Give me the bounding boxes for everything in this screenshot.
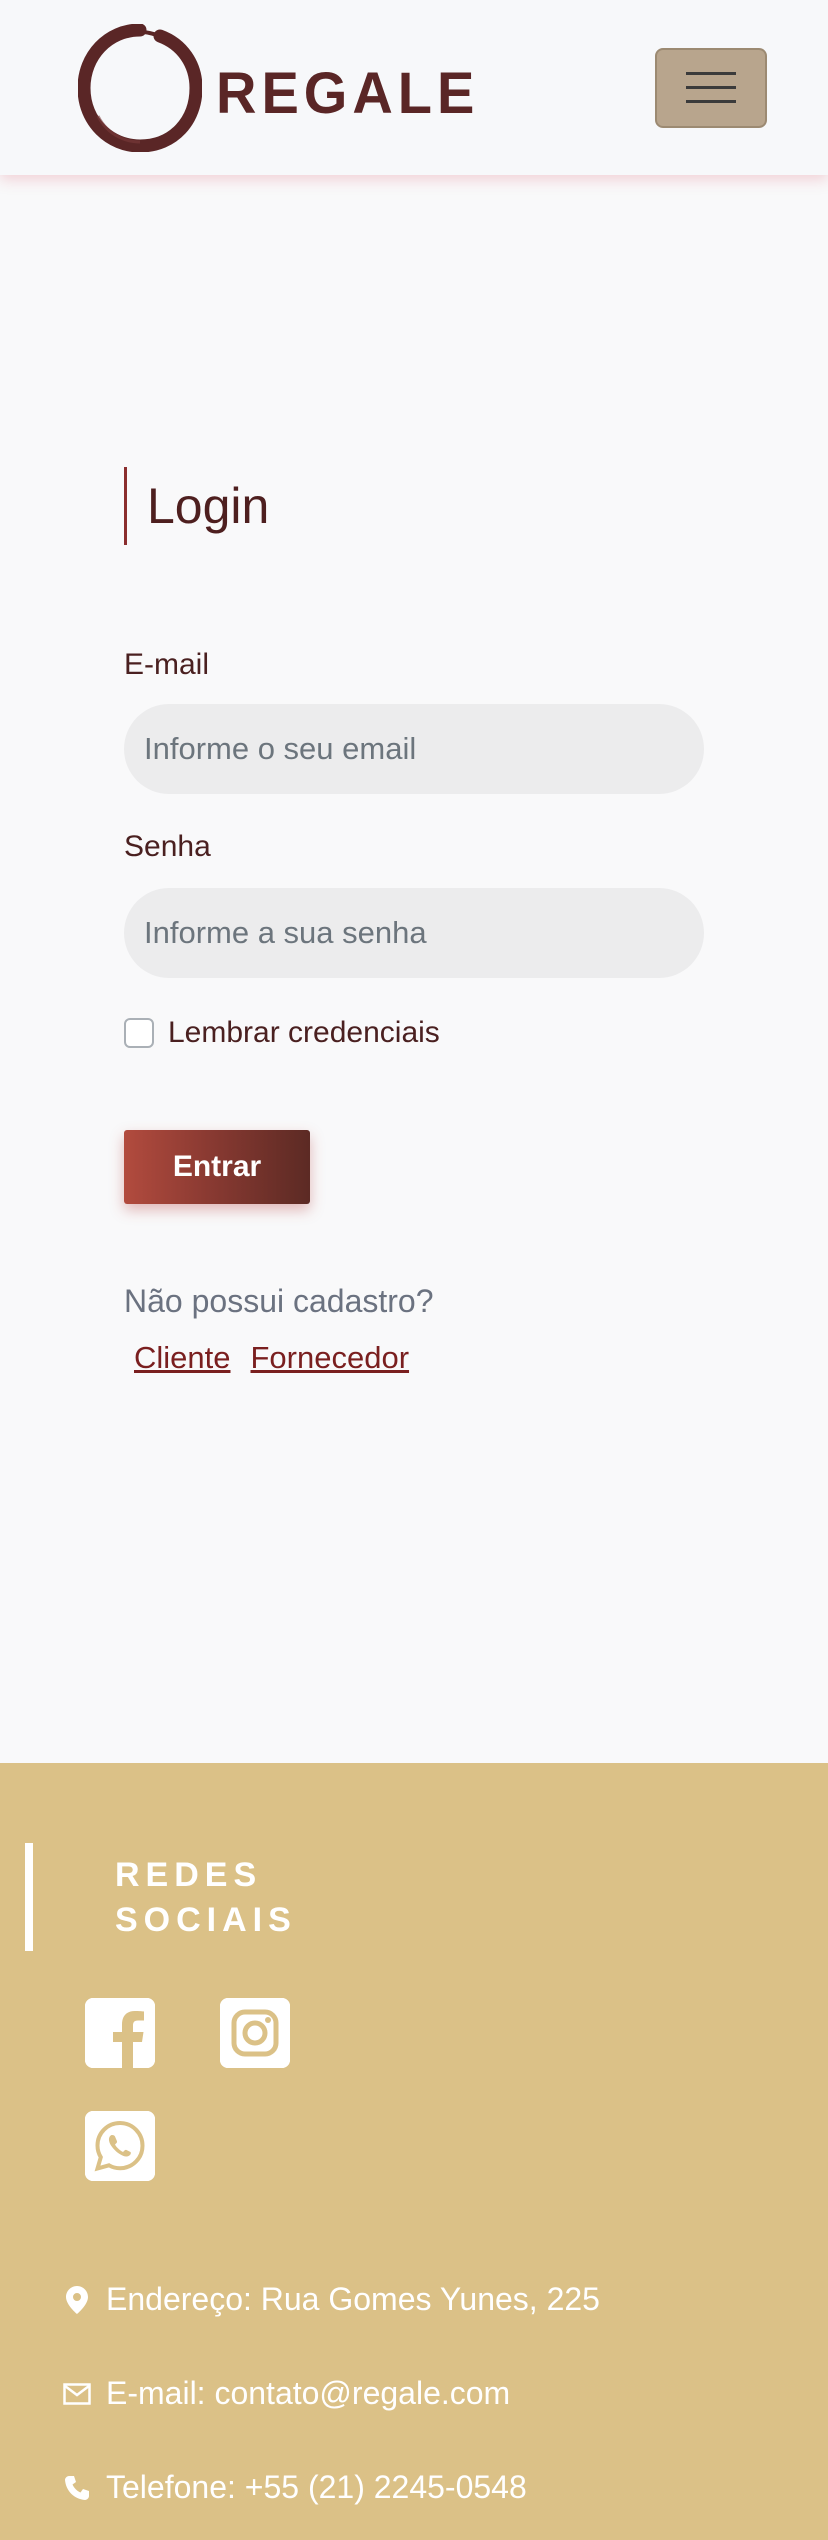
email-label: E-mail (124, 648, 210, 681)
password-label: Senha (124, 830, 211, 863)
remember-credentials[interactable]: Lembrar credenciais (124, 1016, 440, 1050)
login-submit-button[interactable]: Entrar (124, 1130, 310, 1204)
logo-ring-icon (78, 24, 202, 152)
password-field[interactable] (124, 888, 704, 978)
whatsapp-icon[interactable] (85, 2111, 155, 2181)
email-field[interactable] (124, 704, 704, 794)
page-title: Login (147, 478, 270, 534)
instagram-glyph (220, 1998, 290, 2068)
top-navbar: REGALE (0, 0, 828, 175)
envelope-icon (62, 2379, 92, 2409)
email-text[interactable]: E-mail: contato@regale.com (106, 2375, 510, 2412)
no-account-text: Não possui cadastro? (124, 1283, 434, 1319)
contact-email: E-mail: contato@regale.com (62, 2375, 510, 2412)
contact-phone: Telefone: +55 (21) 2245-0548 (62, 2469, 527, 2506)
remember-checkbox[interactable] (124, 1018, 154, 1048)
location-pin-icon (62, 2285, 92, 2315)
brand-logo[interactable]: REGALE (78, 24, 474, 152)
whatsapp-glyph (85, 2111, 155, 2181)
social-heading: REDES SOCIAIS (115, 1856, 297, 1939)
brand-name: REGALE (216, 59, 480, 126)
register-client-link[interactable]: Cliente (134, 1340, 231, 1376)
address-text: Endereço: Rua Gomes Yunes, 225 (106, 2281, 600, 2317)
phone-text[interactable]: Telefone: +55 (21) 2245-0548 (106, 2469, 527, 2506)
facebook-icon[interactable] (85, 1998, 155, 2068)
register-links: Cliente Fornecedor (134, 1340, 409, 1376)
hamburger-icon (686, 72, 736, 103)
login-title-block: Login (124, 467, 269, 545)
facebook-glyph (85, 1998, 155, 2068)
footer: REDES SOCIAIS Endereço: Rua Gomes Yunes,… (0, 1763, 828, 2540)
menu-toggle-button[interactable] (655, 48, 767, 128)
phone-icon (62, 2473, 92, 2503)
register-supplier-link[interactable]: Fornecedor (251, 1340, 410, 1376)
remember-label: Lembrar credenciais (168, 1016, 440, 1049)
social-heading-block: REDES SOCIAIS (25, 1843, 335, 1951)
instagram-icon[interactable] (220, 1998, 290, 2068)
contact-address: Endereço: Rua Gomes Yunes, 225 (62, 2281, 600, 2318)
